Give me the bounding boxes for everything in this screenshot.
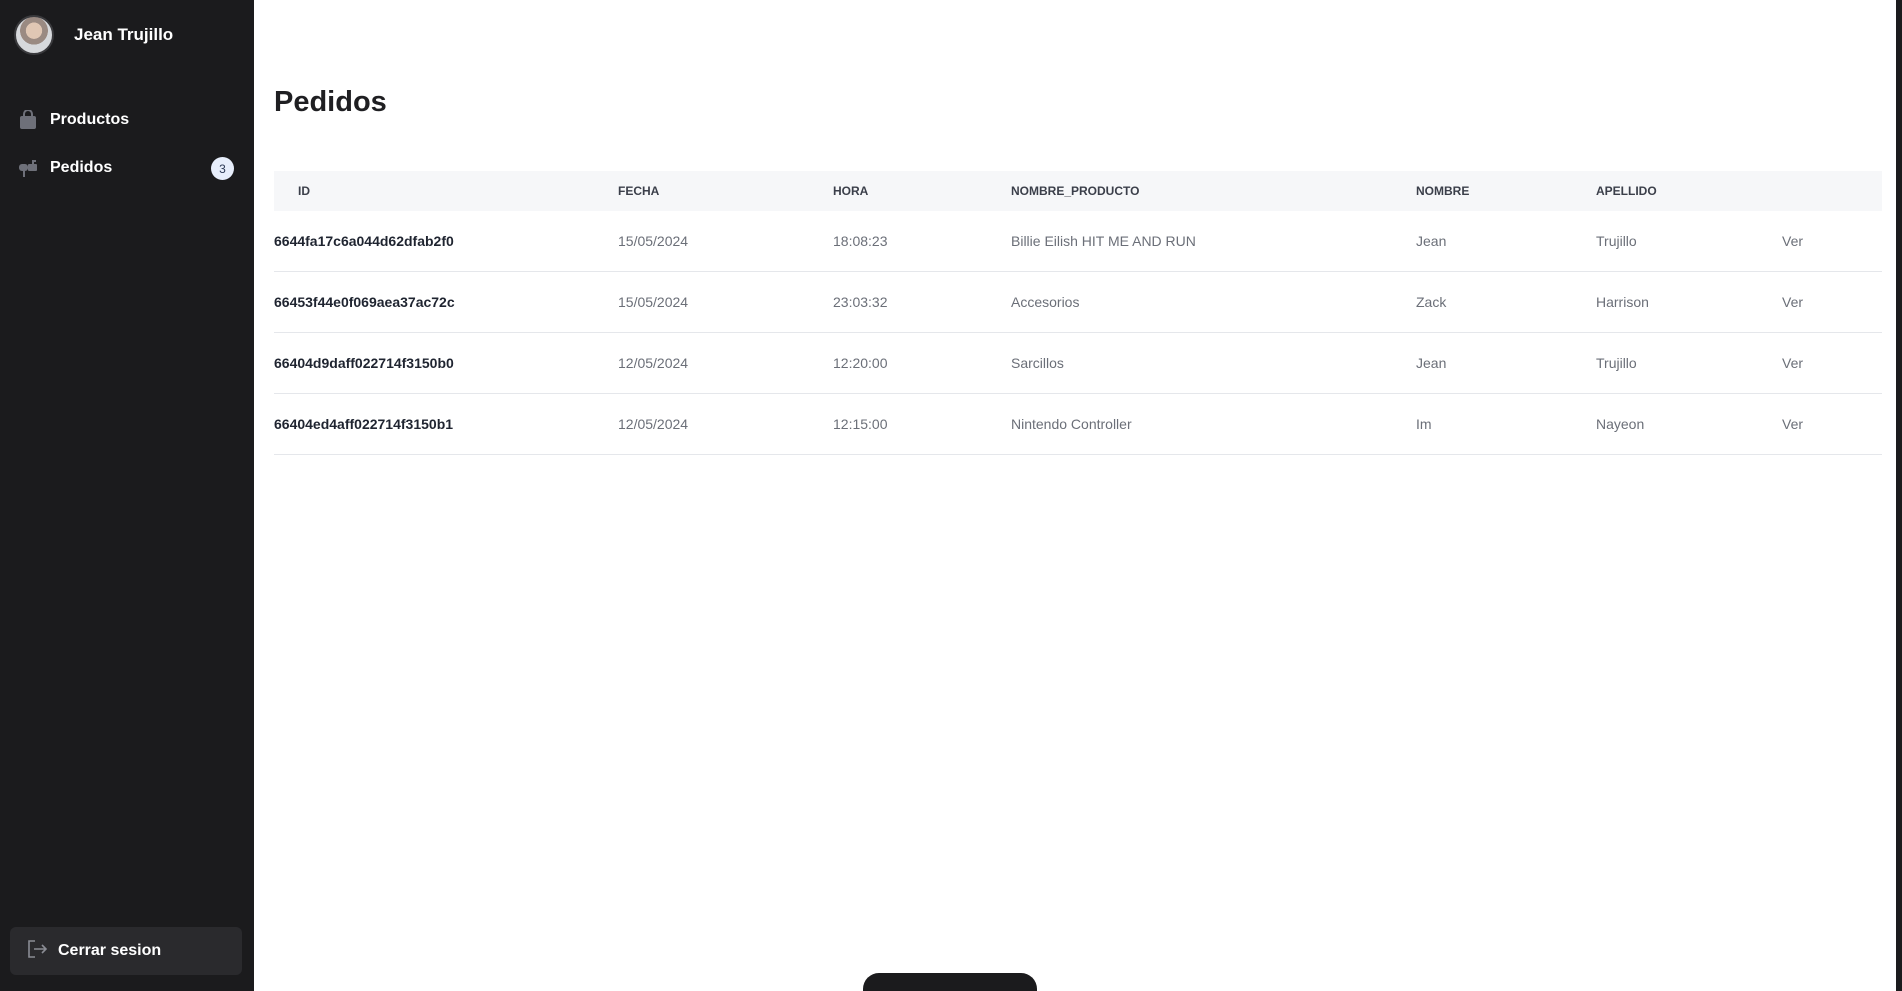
ver-link[interactable]: Ver (1782, 416, 1882, 432)
cell-apellido: Trujillo (1596, 355, 1637, 371)
bottom-toolbar[interactable] (863, 973, 1037, 991)
logout-icon (26, 939, 48, 964)
column-header-nombre: NOMBRE (1416, 184, 1470, 198)
user-name: Jean Trujillo (74, 25, 174, 44)
cell-nombre: Jean (1416, 355, 1447, 371)
column-header-nombre-producto: NOMBRE_PRODUCTO (1011, 184, 1140, 198)
cell-fecha: 15/05/2024 (618, 233, 689, 249)
table-header: ID FECHA HORA NOMBRE_PRODUCTO NOMBRE APE… (274, 171, 1882, 211)
cell-id: 66453f44e0f069aea37ac72c (274, 294, 455, 310)
sidebar-item-productos[interactable]: Productos (0, 96, 254, 144)
cell-producto: Billie Eilish HIT ME AND RUN (1011, 233, 1196, 249)
cell-producto: Accesorios (1011, 294, 1080, 310)
table-row: 66404ed4aff022714f3150b1 12/05/2024 12:1… (274, 394, 1882, 455)
cell-hora: 18:08:23 (833, 233, 888, 249)
cell-id: 66404ed4aff022714f3150b1 (274, 416, 454, 432)
cell-fecha: 12/05/2024 (618, 416, 689, 432)
cell-producto: Sarcillos (1011, 355, 1064, 371)
table-row: 66453f44e0f069aea37ac72c 15/05/2024 23:0… (274, 272, 1882, 333)
logout-label: Cerrar sesion (58, 942, 162, 959)
window-edge (1896, 0, 1902, 991)
cell-apellido: Harrison (1596, 294, 1649, 310)
cell-id: 66404d9daff022714f3150b0 (274, 355, 454, 371)
column-header-hora: HORA (833, 184, 869, 198)
sidebar-item-label: Pedidos (50, 159, 113, 176)
sidebar-item-label: Productos (50, 111, 130, 128)
cell-producto: Nintendo Controller (1011, 416, 1132, 432)
sidebar: Jean Trujillo Productos Pedidos 3 Cerrar… (0, 0, 254, 991)
page-title: Pedidos (274, 86, 387, 118)
cell-hora: 12:20:00 (833, 355, 888, 371)
cell-hora: 23:03:32 (833, 294, 888, 310)
table-row: 6644fa17c6a044d62dfab2f0 15/05/2024 18:0… (274, 211, 1882, 272)
ver-link[interactable]: Ver (1782, 233, 1882, 249)
user-profile[interactable]: Jean Trujillo (14, 15, 173, 55)
sidebar-nav: Productos Pedidos 3 (0, 96, 254, 192)
cell-nombre: Zack (1416, 294, 1447, 310)
cell-id: 6644fa17c6a044d62dfab2f0 (274, 233, 454, 249)
ver-link[interactable]: Ver (1782, 355, 1882, 371)
cell-fecha: 15/05/2024 (618, 294, 689, 310)
pedidos-count-badge: 3 (211, 157, 234, 180)
cell-nombre: Im (1416, 416, 1432, 432)
shopping-bag-icon (18, 110, 38, 130)
sidebar-item-pedidos[interactable]: Pedidos 3 (0, 144, 254, 192)
column-header-apellido: APELLIDO (1596, 184, 1657, 198)
orders-table: ID FECHA HORA NOMBRE_PRODUCTO NOMBRE APE… (274, 171, 1882, 455)
cell-apellido: Trujillo (1596, 233, 1637, 249)
table-row: 66404d9daff022714f3150b0 12/05/2024 12:2… (274, 333, 1882, 394)
cell-nombre: Jean (1416, 233, 1447, 249)
ver-link[interactable]: Ver (1782, 294, 1882, 310)
column-header-id: ID (298, 184, 310, 198)
column-header-fecha: FECHA (618, 184, 660, 198)
logout-button[interactable]: Cerrar sesion (10, 927, 242, 975)
cell-apellido: Nayeon (1596, 416, 1645, 432)
main-content: Pedidos ID FECHA HORA NOMBRE_PRODUCTO NO… (254, 0, 1902, 991)
avatar (14, 15, 54, 55)
mailbox-icon (18, 158, 38, 178)
cell-hora: 12:15:00 (833, 416, 888, 432)
cell-fecha: 12/05/2024 (618, 355, 689, 371)
